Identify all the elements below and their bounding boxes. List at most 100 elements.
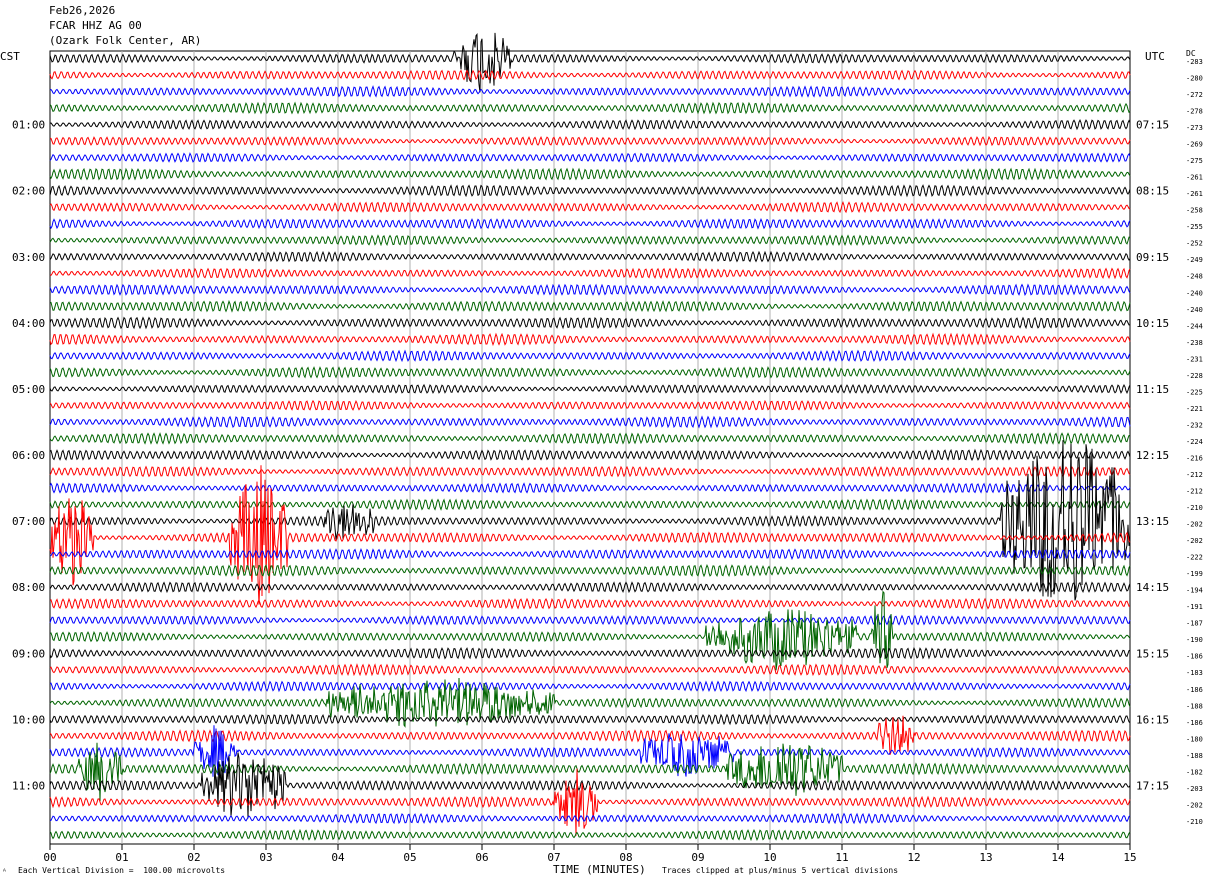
seismic-trace	[49, 680, 1131, 693]
x-tick-label: 04	[331, 851, 345, 864]
right-hour-label: 13:15	[1136, 515, 1169, 528]
dc-offset-label: -231	[1186, 355, 1203, 363]
dc-offset-label: -221	[1186, 405, 1203, 413]
left-hour-label: 01:00	[12, 119, 45, 132]
left-hour-label: 11:00	[12, 779, 45, 792]
dc-offset-label: -188	[1186, 752, 1203, 760]
dc-offset-label: -180	[1186, 735, 1203, 743]
dc-offset-label: -212	[1186, 471, 1203, 479]
dc-offset-label: -225	[1186, 388, 1203, 396]
dc-offset-label: -238	[1186, 339, 1203, 347]
seismic-trace	[49, 768, 1131, 836]
seismic-trace	[49, 167, 1131, 181]
dc-offset-label: -278	[1186, 108, 1203, 116]
seismic-trace	[49, 647, 1131, 660]
right-hour-label: 15:15	[1136, 647, 1169, 660]
x-tick-label: 11	[835, 851, 848, 864]
seismic-trace	[49, 267, 1131, 280]
seismic-trace	[49, 713, 1131, 726]
seismic-trace	[49, 752, 1131, 819]
x-tick-label: 09	[691, 851, 704, 864]
dc-offset-label: -280	[1186, 74, 1203, 82]
x-tick-label: 15	[1123, 851, 1136, 864]
seismic-trace	[49, 69, 1131, 81]
left-hour-label: 05:00	[12, 383, 45, 396]
seismic-trace	[49, 581, 1131, 594]
left-hour-label: 10:00	[12, 713, 45, 726]
seismic-trace	[49, 725, 1131, 777]
dc-offset-label: -224	[1186, 438, 1203, 446]
left-hour-label: 03:00	[12, 251, 45, 264]
x-tick-label: 03	[259, 851, 272, 864]
dc-offset-label: -203	[1186, 785, 1203, 793]
dc-offset-label: -222	[1186, 554, 1203, 562]
seismic-trace	[49, 597, 1130, 610]
seismic-trace	[49, 234, 1130, 247]
dc-offset-label: -186	[1186, 719, 1203, 727]
seismic-trace	[49, 332, 1131, 347]
seismic-trace	[49, 465, 1131, 478]
dc-offset-label: -261	[1186, 190, 1203, 198]
dc-offset-label: -202	[1186, 801, 1203, 809]
seismic-trace	[49, 415, 1131, 429]
dc-offset-label: -232	[1186, 421, 1203, 429]
dc-offset-label: -240	[1186, 306, 1203, 314]
dc-offset-label: -269	[1186, 141, 1203, 149]
dc-offset-label: -186	[1186, 686, 1203, 694]
dc-offset-label: -258	[1186, 207, 1203, 215]
dc-offset-label: -190	[1186, 636, 1203, 644]
right-hour-label: 10:15	[1136, 317, 1169, 330]
x-tick-label: 10	[763, 851, 776, 864]
left-hour-label: 02:00	[12, 185, 45, 198]
x-tick-label: 06	[475, 851, 488, 864]
dc-offset-label: -249	[1186, 256, 1203, 264]
seismic-trace	[49, 663, 1131, 677]
x-tick-label: 01	[115, 851, 128, 864]
x-axis-label: TIME (MINUTES)	[553, 863, 646, 876]
seismic-trace	[49, 135, 1131, 147]
dc-offset-label: -199	[1186, 570, 1203, 578]
dc-offset-label: -186	[1186, 653, 1203, 661]
dc-offset-label: -244	[1186, 322, 1203, 330]
dc-offset-label: -202	[1186, 537, 1203, 545]
right-hour-label: 09:15	[1136, 251, 1169, 264]
helicorder-plot: 00 01 02 03 04 05 06 07 08 09 10 11 12 13 14 1501:0002:…	[12, 32, 1203, 864]
dc-offset-label: -273	[1186, 124, 1203, 132]
seismic-trace	[49, 448, 1131, 462]
seismic-trace	[49, 614, 1131, 626]
dc-offset-label: -216	[1186, 454, 1203, 462]
seismic-trace	[49, 432, 1131, 445]
dc-offset-label: -212	[1186, 488, 1203, 496]
seismic-trace	[49, 101, 1131, 115]
seismic-trace	[49, 563, 1131, 578]
dc-offset-label: -194	[1186, 587, 1203, 595]
dc-offset-label: -202	[1186, 521, 1203, 529]
right-hour-label: 08:15	[1136, 185, 1169, 198]
dc-offset-label: -275	[1186, 157, 1203, 165]
left-hour-label: 07:00	[12, 515, 45, 528]
x-tick-label: 13	[979, 851, 992, 864]
seismic-trace	[49, 250, 1131, 263]
right-hour-label: 16:15	[1136, 713, 1169, 726]
dc-offset-label: -191	[1186, 603, 1203, 611]
seismic-trace	[49, 200, 1131, 214]
x-tick-label: 05	[403, 851, 416, 864]
seismic-trace	[49, 316, 1131, 330]
seismic-trace	[49, 349, 1131, 363]
seismic-trace	[49, 548, 1131, 561]
dc-offset-label: -210	[1186, 504, 1203, 512]
right-hour-label: 12:15	[1136, 449, 1169, 462]
dc-offset-label: -255	[1186, 223, 1203, 231]
seismic-trace	[49, 399, 1131, 411]
dc-offset-label: -240	[1186, 289, 1203, 297]
seismic-trace	[49, 482, 1131, 494]
right-hour-label: 14:15	[1136, 581, 1169, 594]
right-hour-label: 07:15	[1136, 119, 1169, 132]
dc-offset-label: -252	[1186, 240, 1203, 248]
right-hour-label: 17:15	[1136, 779, 1169, 792]
left-hour-label: 04:00	[12, 317, 45, 330]
clip-note: Traces clipped at plus/minus 5 vertical …	[662, 866, 899, 875]
seismic-trace	[49, 498, 1131, 511]
dc-offset-label: -248	[1186, 273, 1203, 281]
seismic-trace	[49, 283, 1131, 297]
